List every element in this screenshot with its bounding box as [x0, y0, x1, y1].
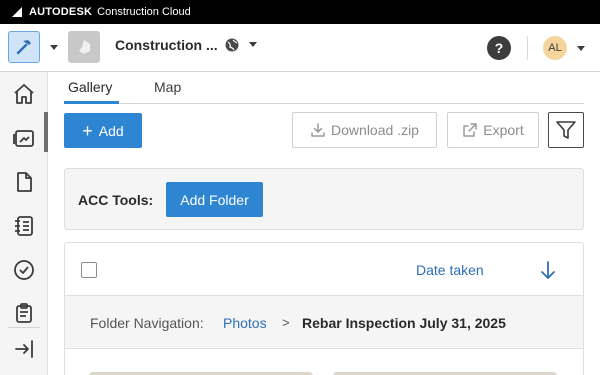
tab-gallery[interactable]: Gallery [68, 79, 112, 95]
tab-map[interactable]: Map [154, 79, 181, 95]
acc-tools-panel: ACC Tools: Add Folder [64, 168, 584, 230]
project-switcher-chevron-icon[interactable] [249, 42, 257, 47]
left-nav [0, 72, 48, 375]
brand-name: AUTODESK [29, 6, 93, 18]
acc-tools-label: ACC Tools: [78, 192, 154, 208]
nav-issues[interactable] [11, 257, 37, 283]
view-tabs: Gallery Map [64, 72, 584, 104]
hammer-icon [16, 40, 31, 55]
sort-bar: Date taken [65, 243, 583, 296]
nav-active-indicator [44, 112, 48, 152]
filter-icon [556, 121, 576, 139]
nav-forms[interactable] [11, 213, 37, 239]
project-image-icon [79, 40, 90, 54]
forms-icon [15, 216, 33, 236]
home-icon [14, 84, 34, 104]
project-thumbnail[interactable] [68, 31, 100, 63]
plus-icon: + [82, 120, 93, 141]
user-avatar[interactable]: AL [543, 36, 567, 60]
clipboard-icon [16, 303, 32, 323]
nav-files[interactable] [11, 169, 37, 195]
add-folder-button[interactable]: Add Folder [166, 182, 263, 217]
export-button[interactable]: Export [447, 112, 539, 148]
sort-descending-icon[interactable] [540, 260, 556, 280]
add-button-label: Add [98, 122, 124, 139]
download-zip-label: Download .zip [331, 122, 419, 138]
product-name: Construction Cloud [97, 6, 191, 18]
nav-home[interactable] [11, 81, 37, 107]
download-zip-button[interactable]: Download .zip [292, 112, 437, 148]
folder-navigation-label: Folder Navigation: [90, 315, 204, 331]
export-icon [463, 123, 478, 137]
download-icon [311, 123, 325, 137]
document-icon [17, 172, 32, 192]
autodesk-logo-icon [12, 7, 22, 17]
gallery-panel: Date taken Folder Navigation: Photos > R… [64, 242, 584, 375]
filter-button[interactable] [548, 112, 584, 148]
user-menu-chevron-icon[interactable] [577, 46, 585, 51]
photos-icon [13, 130, 34, 147]
nav-checklists[interactable] [11, 300, 37, 326]
globe-icon [225, 38, 239, 52]
project-name[interactable]: Construction ... [115, 37, 218, 53]
nav-divider [8, 327, 40, 328]
tab-active-underline [64, 101, 119, 104]
collapse-icon [15, 340, 33, 358]
breadcrumb-separator: > [282, 315, 290, 330]
checkmark-icon [14, 260, 34, 280]
header-divider [527, 36, 528, 60]
export-label: Export [483, 122, 524, 138]
brand-bar: AUTODESK Construction Cloud [0, 0, 600, 24]
breadcrumb-current-folder: Rebar Inspection July 31, 2025 [302, 315, 506, 331]
tool-switcher-chevron-icon[interactable] [50, 45, 58, 50]
help-button[interactable]: ? [487, 36, 511, 60]
sort-field-select[interactable]: Date taken [416, 262, 484, 278]
nav-photos[interactable] [11, 125, 37, 151]
tool-switcher-button[interactable] [8, 31, 40, 63]
folder-navigation: Folder Navigation: Photos > Rebar Inspec… [65, 296, 583, 349]
select-all-checkbox[interactable] [81, 262, 97, 278]
nav-collapse-button[interactable] [11, 336, 37, 362]
app-header: Construction ... ? AL [0, 24, 600, 72]
add-button[interactable]: + Add [64, 113, 142, 148]
breadcrumb-photos-link[interactable]: Photos [223, 315, 267, 331]
